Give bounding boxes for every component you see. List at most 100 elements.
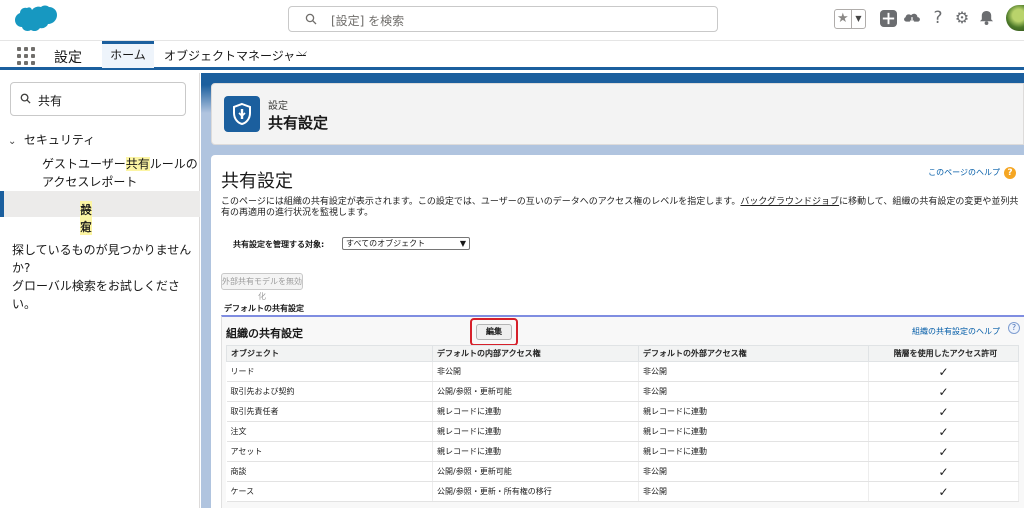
search-icon [20,93,31,104]
global-header: [設定] を検索 ★ ▼ ? ⚙ [0,0,1024,40]
page-help-link[interactable]: このページのヘルプ? [928,167,1016,179]
cell-external: 非公開 [638,361,869,382]
org-sharing-help-link[interactable]: 組織の共有設定のヘルプ [912,326,1000,337]
cell-external: 非公開 [638,381,869,402]
sidebar-item-guest-sharing-report[interactable]: ゲストユーザー共有ルールのアクセスレポート [42,155,202,191]
avatar[interactable] [1006,5,1024,31]
checkmark-icon: ✓ [868,461,1019,482]
table-row: アセット 親レコードに連動 親レコードに連動 ✓ [226,441,1019,462]
breadcrumb[interactable]: 設定 [268,97,288,112]
page-help-link-text: このページのヘルプ [928,168,1000,177]
org-sharing-section: 組織の共有設定 編集 組織の共有設定のヘルプ ? オブジェクト デフォルトの内部… [221,315,1024,508]
table-row: 取引先および契約 公開/参照・更新可能 非公開 ✓ [226,381,1019,402]
cell-internal: 親レコードに連動 [432,441,639,462]
content-title: 共有設定 [221,171,293,192]
help-icon[interactable]: ? [1008,322,1020,334]
shield-icon [224,96,260,132]
default-sharing-label: デフォルトの共有設定 [224,304,304,313]
search-highlight: 共有 [125,157,150,171]
checkmark-icon: ✓ [868,361,1019,382]
search-icon [305,13,317,25]
sidebar-section-label: セキュリティ [23,133,96,147]
page-header: 設定 共有設定 [211,83,1024,145]
global-search-input[interactable]: [設定] を検索 [288,6,718,32]
chevron-down-icon[interactable]: ⌵ [298,45,312,59]
checkmark-icon: ✓ [868,441,1019,462]
cell-object: 注文 [226,421,433,442]
page-title: 共有設定 [268,114,329,132]
app-name: 設定 [54,50,82,66]
cell-object: 取引先責任者 [226,401,433,422]
disable-external-sharing-button[interactable]: 外部共有モデルを無効化 [221,273,303,301]
app-launcher-icon[interactable] [17,47,35,65]
sidebar-item-text: 設定 [80,203,93,234]
column-header-internal: デフォルトの内部アクセス権 [432,345,639,362]
bell-icon[interactable] [976,8,996,28]
manage-select-value: すべてのオブジェクト [346,239,426,248]
cell-external: 親レコードに連動 [638,421,869,442]
chevron-down-icon[interactable]: ▼ [851,10,865,28]
org-sharing-title: 組織の共有設定 [226,327,303,340]
sidebar-item-sharing-settings[interactable]: 共有 設定 [0,191,200,235]
add-icon[interactable] [878,8,898,28]
table-row: 注文 親レコードに連動 親レコードに連動 ✓ [226,421,1019,442]
not-found-message: 探しているものが見つかりませんか? グローバル検索をお試しください。 [12,241,199,313]
cell-external: 親レコードに連動 [638,441,869,462]
cell-internal: 公開/参照・更新可能 [432,461,639,482]
table-row: リード 非公開 非公開 ✓ [226,361,1019,382]
checkmark-icon: ✓ [868,381,1019,402]
cell-external: 非公開 [638,461,869,482]
chevron-down-icon: ⌄ [8,136,17,147]
manage-label: 共有設定を管理する対象: [233,240,325,249]
table-row: 取引先責任者 親レコードに連動 親レコードに連動 ✓ [226,401,1019,422]
tab-home[interactable]: ホーム [102,41,154,68]
star-icon: ★ [837,11,849,26]
column-header-hierarchy: 階層を使用したアクセス許可 [868,345,1019,362]
background-jobs-link[interactable]: バックグラウンドジョブ [740,197,839,207]
table-row: 商談 公開/参照・更新可能 非公開 ✓ [226,461,1019,482]
manage-object-select[interactable]: すべてのオブジェクト ▼ [342,237,470,250]
column-header-external: デフォルトの外部アクセス権 [638,345,869,362]
salesforce-logo[interactable] [12,4,60,36]
not-found-line-2: グローバル検索をお試しください。 [12,279,180,311]
table-header-row: オブジェクト デフォルトの内部アクセス権 デフォルトの外部アクセス権 階層を使用… [226,345,1019,362]
description-text: このページには組織の共有設定が表示されます。この設定では、ユーザーの互いのデータ… [221,197,741,207]
help-icon[interactable]: ? [928,8,948,28]
search-placeholder: [設定] を検索 [331,14,405,28]
cell-external: 非公開 [638,481,869,502]
favorites-button[interactable]: ★ ▼ [834,9,866,29]
context-bar: 設定 ホーム オブジェクトマネージャー ⌵ [0,40,1024,70]
table-row: ケース 公開/参照・更新・所有権の移行 非公開 ✓ [226,481,1019,502]
cell-object: 商談 [226,461,433,482]
checkmark-icon: ✓ [868,421,1019,442]
chevron-down-icon: ▼ [459,239,466,248]
cell-internal: 親レコードに連動 [432,401,639,422]
gear-icon[interactable]: ⚙ [952,8,972,28]
column-header-object: オブジェクト [226,345,433,362]
quick-find-value: 共有 [38,94,63,108]
cell-internal: 公開/参照・更新・所有権の移行 [432,481,639,502]
edit-highlight-outline [470,318,518,346]
not-found-line-1: 探しているものが見つかりませんか? [12,243,192,275]
tab-object-manager[interactable]: オブジェクトマネージャー [164,47,307,64]
setup-sidebar: 共有 ⌄ セキュリティ ゲストユーザー共有ルールのアクセスレポート 共有 設定 探… [0,73,200,508]
cell-object: アセット [226,441,433,462]
cell-internal: 親レコードに連動 [432,421,639,442]
sharing-settings-panel: 共有設定 このページのヘルプ? このページには組織の共有設定が表示されます。この… [211,155,1024,508]
sidebar-item-text: ゲストユーザー [42,157,126,171]
cell-internal: 非公開 [432,361,639,382]
cell-external: 親レコードに連動 [638,401,869,422]
cell-internal: 公開/参照・更新可能 [432,381,639,402]
trailhead-icon[interactable] [902,8,922,28]
page-description: このページには組織の共有設定が表示されます。この設定では、ユーザーの互いのデータ… [221,197,1021,219]
cell-object: 取引先および契約 [226,381,433,402]
header-utility-icons: ★ ▼ ? ⚙ [834,5,1024,32]
quick-find-input[interactable]: 共有 [10,82,186,116]
help-icon[interactable]: ? [1004,167,1016,179]
sidebar-section-security[interactable]: ⌄ セキュリティ [8,131,95,148]
cell-object: ケース [226,481,433,502]
checkmark-icon: ✓ [868,481,1019,502]
cell-object: リード [226,361,433,382]
main-content-area: 設定 共有設定 共有設定 このページのヘルプ? このページには組織の共有設定が表… [201,73,1024,508]
org-sharing-table: オブジェクト デフォルトの内部アクセス権 デフォルトの外部アクセス権 階層を使用… [226,345,1019,502]
